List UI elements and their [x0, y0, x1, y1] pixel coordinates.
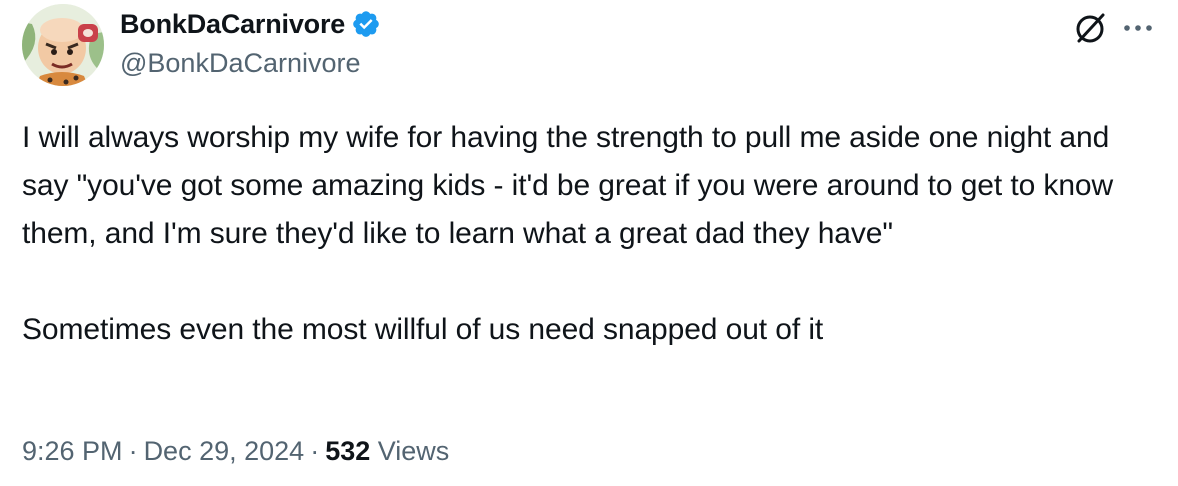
views-count[interactable]: 532 [325, 436, 370, 466]
tweet-date[interactable]: Dec 29, 2024 [144, 436, 305, 466]
verified-badge-icon[interactable] [351, 9, 381, 39]
avatar-image [22, 4, 104, 86]
tweet-card: BonkDaCarnivore @BonkDaCarnivore I will … [0, 0, 1178, 486]
handle[interactable]: @BonkDaCarnivore [120, 48, 381, 79]
name-row: BonkDaCarnivore [120, 6, 381, 42]
views-label: Views [377, 436, 450, 466]
tweet-meta: 9:26 PM · Dec 29, 2024 · 532 Views [22, 436, 449, 467]
top-actions [1070, 8, 1158, 48]
tweet-text: I will always worship my wife for having… [22, 114, 1162, 354]
tweet-time[interactable]: 9:26 PM [22, 436, 123, 466]
more-options-icon[interactable] [1118, 8, 1158, 48]
avatar[interactable] [22, 4, 104, 86]
tweet-paragraph-1: I will always worship my wife for having… [22, 121, 1114, 250]
author-block: BonkDaCarnivore @BonkDaCarnivore [120, 6, 381, 79]
meta-separator: · [310, 436, 320, 466]
grok-icon[interactable] [1070, 8, 1110, 48]
meta-separator: · [128, 436, 138, 466]
display-name[interactable]: BonkDaCarnivore [120, 9, 345, 40]
tweet-paragraph-2: Sometimes even the most willful of us ne… [22, 313, 824, 346]
